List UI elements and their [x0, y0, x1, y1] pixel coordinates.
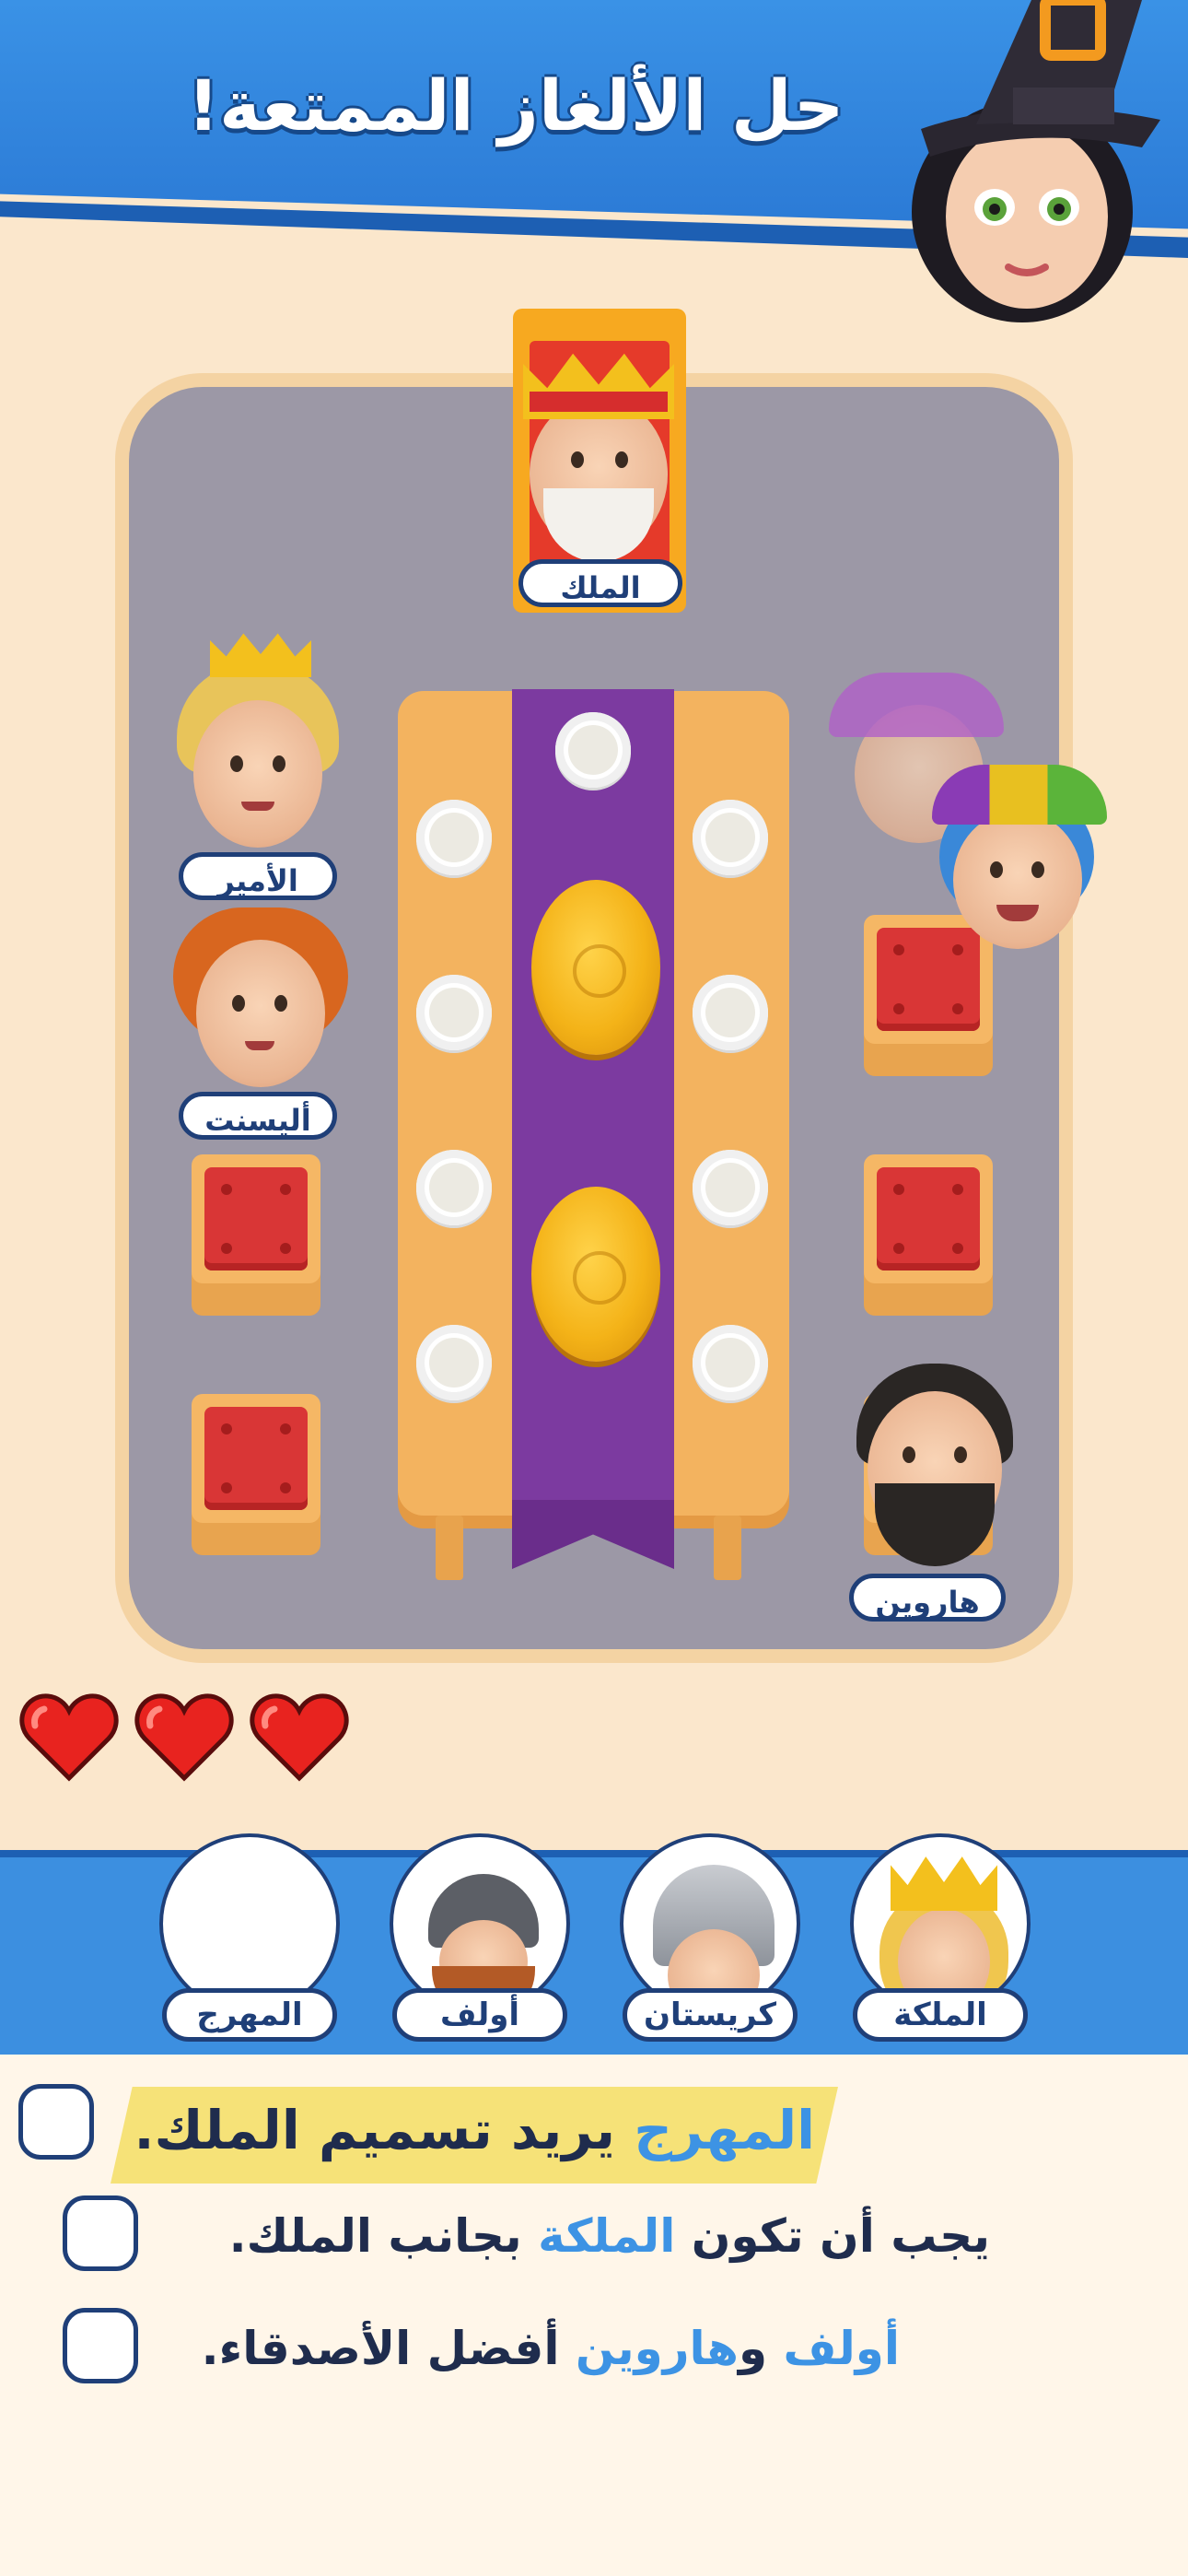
candidate-kristan-label: كريستان	[623, 1988, 798, 2042]
prince-face	[193, 700, 322, 848]
queen-crown-icon	[891, 1856, 997, 1911]
jester-hat-ghost	[829, 673, 1004, 737]
witch-mascot-avatar	[912, 0, 1160, 322]
clue-2-text: يجب أن تكون الملكة بجانب الملك.	[229, 2209, 990, 2263]
candidate-jester-label: المهرج	[162, 1988, 337, 2042]
table-leg	[714, 1516, 741, 1580]
clue-2-checkbox[interactable]	[63, 2195, 138, 2271]
clue-1-checkbox[interactable]	[18, 2084, 94, 2160]
candidate-queen-label: الملكة	[853, 1988, 1028, 2042]
plate	[693, 1325, 768, 1400]
clue-3-part: هاروين	[575, 2322, 739, 2375]
eye	[903, 1446, 915, 1463]
harwin-nametag: هاروين	[849, 1574, 1006, 1622]
plate	[693, 975, 768, 1050]
plate	[693, 1150, 768, 1225]
eye	[990, 861, 1003, 878]
candidate-kristan[interactable]	[620, 1833, 800, 2014]
plate	[693, 800, 768, 875]
candidate-queen[interactable]	[850, 1833, 1031, 2014]
clue-3-part: أولف	[783, 2322, 900, 2375]
eye	[954, 1446, 967, 1463]
eye	[571, 451, 584, 468]
crown-band	[530, 392, 668, 412]
clue-3-text: أولف وهاروين أفضل الأصدقاء.	[202, 2322, 900, 2375]
plate	[555, 712, 631, 788]
clue-3-part: أفضل الأصدقاء.	[201, 2322, 576, 2375]
mouth	[241, 802, 274, 811]
heart-life-icon	[250, 1693, 349, 1782]
clue-1-part: المهرج	[634, 2099, 815, 2161]
heart-life-icon	[19, 1693, 119, 1782]
candidate-olaf-label: أولف	[392, 1988, 567, 2042]
clue-1-text: المهرج يريد تسميم الملك.	[134, 2099, 815, 2161]
eye	[274, 995, 287, 1012]
plate	[416, 1325, 492, 1400]
eye	[273, 755, 285, 772]
plate	[416, 975, 492, 1050]
gold-platter	[531, 1187, 660, 1362]
candidate-jester-empty-slot[interactable]	[159, 1833, 340, 2014]
jester-hat-icon	[932, 765, 1107, 825]
king-nametag: الملك	[518, 559, 682, 607]
eye	[230, 755, 243, 772]
mouth	[245, 1041, 274, 1050]
eye	[1031, 861, 1044, 878]
candidate-olaf[interactable]	[390, 1833, 570, 2014]
clue-3-part: و	[738, 2322, 784, 2375]
page-title: حل الألغاز الممتعة!	[187, 64, 844, 146]
clue-2-part: بجانب الملك.	[228, 2209, 539, 2263]
clue-2-part: الملكة	[538, 2209, 676, 2263]
empty-seat-left-4[interactable]	[192, 1394, 320, 1555]
eye	[615, 451, 628, 468]
ilysent-nametag: أليسنت	[179, 1092, 337, 1140]
empty-seat-right-3[interactable]	[864, 1154, 993, 1316]
clue-1-part: يريد تسميم الملك.	[134, 2099, 635, 2161]
table-leg	[436, 1516, 463, 1580]
clue-2-part: يجب أن تكون	[675, 2209, 990, 2263]
plate	[416, 1150, 492, 1225]
plate	[416, 800, 492, 875]
clue-3-checkbox[interactable]	[63, 2308, 138, 2383]
prince-nametag: الأمير	[179, 852, 337, 900]
empty-seat-left-3[interactable]	[192, 1154, 320, 1316]
gold-platter	[531, 880, 660, 1055]
table-runner	[512, 689, 674, 1569]
ilysent-face	[196, 940, 325, 1087]
heart-life-icon	[134, 1693, 234, 1782]
empty-seat-right-2[interactable]	[864, 915, 993, 1076]
eye	[232, 995, 245, 1012]
jester-face	[953, 811, 1082, 949]
